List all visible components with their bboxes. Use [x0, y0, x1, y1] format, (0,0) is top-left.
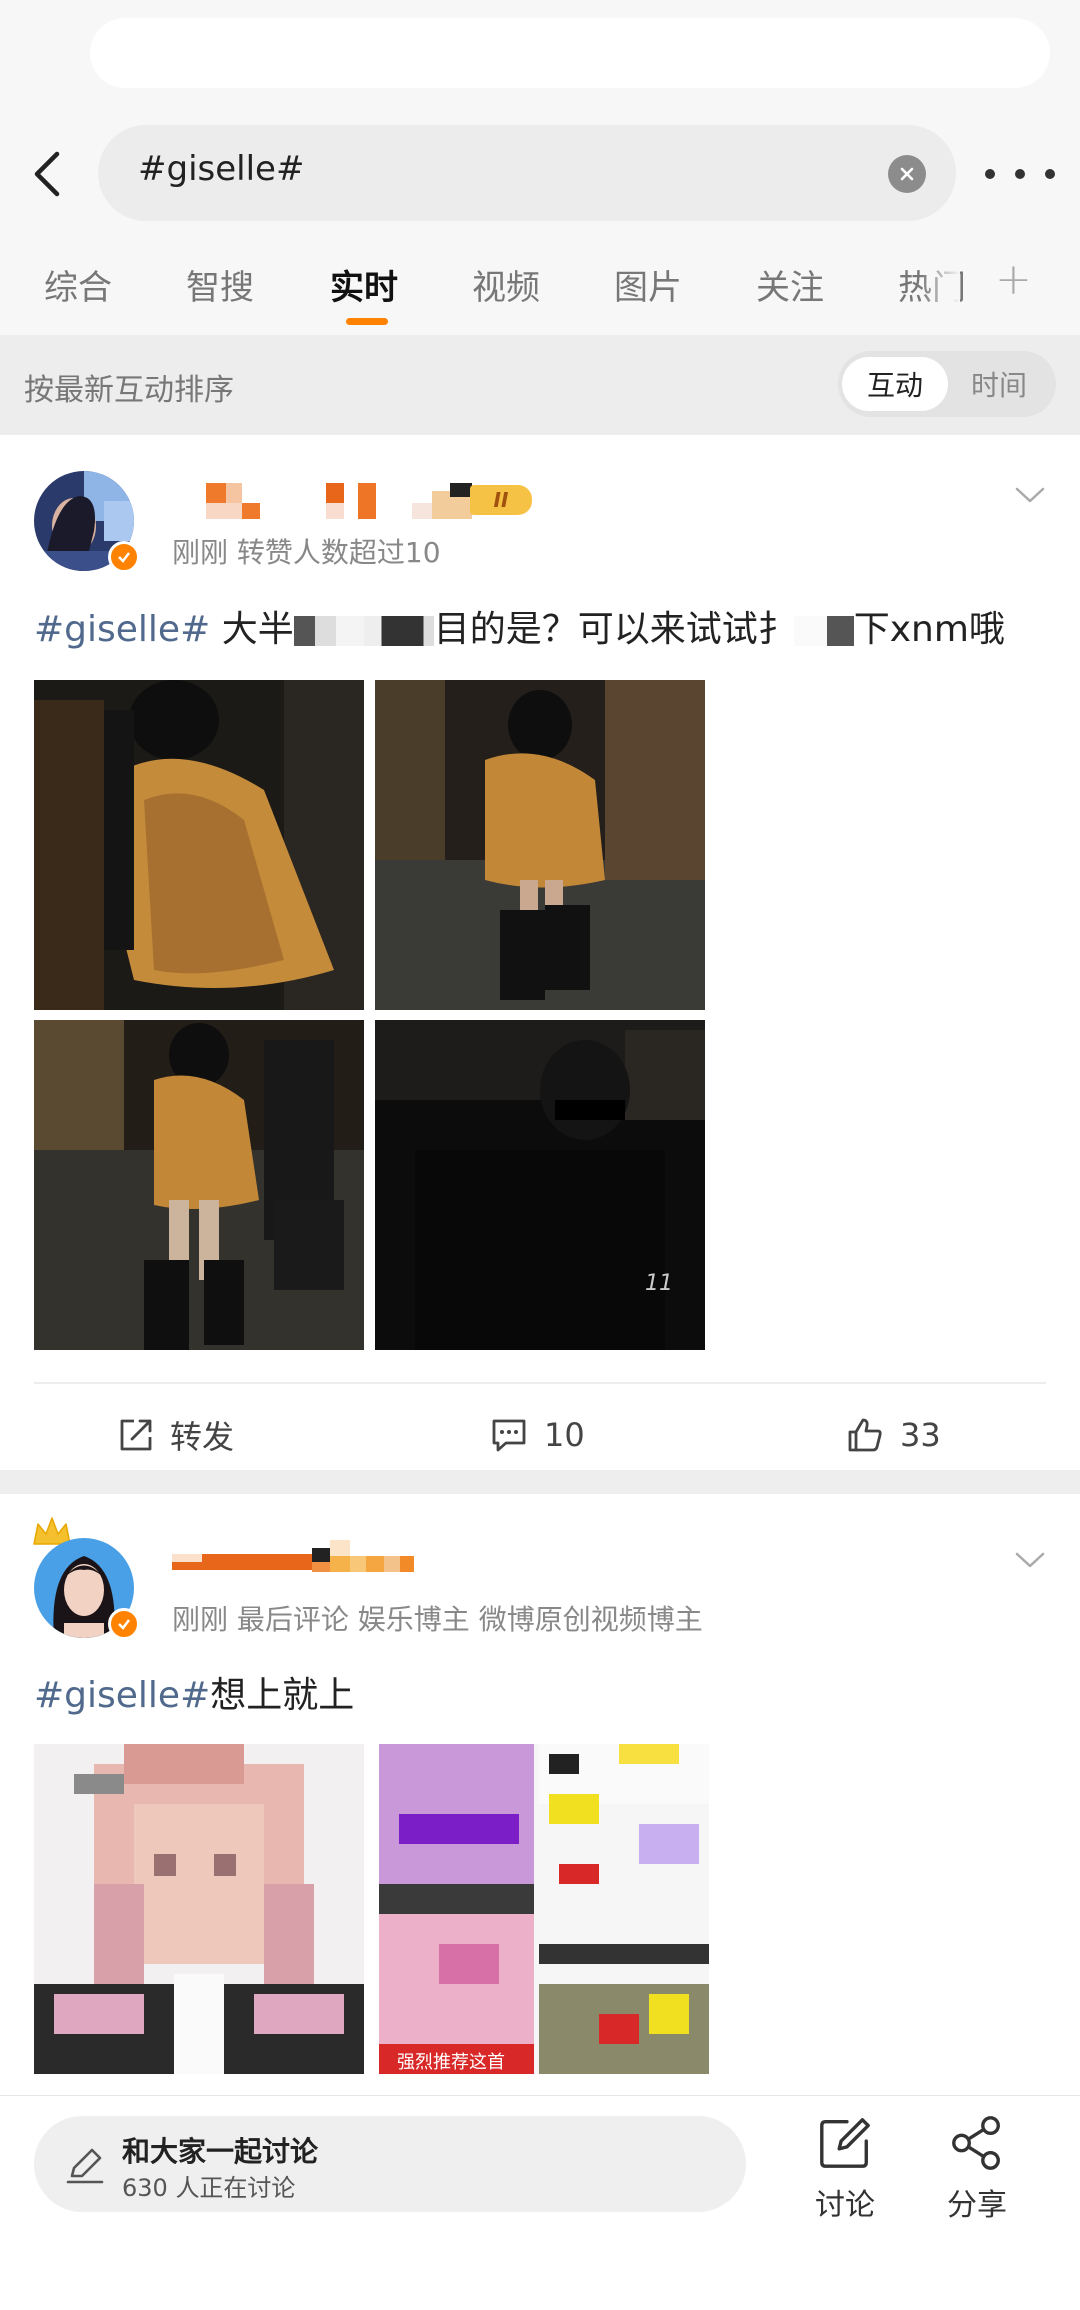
thumbs-up-icon — [848, 1418, 882, 1452]
post-text: #giselle#想上就上 — [34, 1666, 354, 1718]
post-photo[interactable] — [34, 1020, 364, 1350]
repost-label: 转发 — [170, 1418, 235, 1456]
member-level-text: II — [493, 488, 509, 512]
like-count: 33 — [900, 1416, 941, 1454]
photo-image — [34, 680, 364, 1010]
text-redaction — [793, 616, 854, 646]
post-text-segment: 目的是？可以来试试扌 — [433, 609, 794, 650]
search-query: #giselle# — [138, 149, 305, 189]
sort-bar: 按最新互动排序 互动 时间 — [0, 335, 1080, 435]
photo-image — [34, 1020, 364, 1350]
sort-option-interaction[interactable]: 互动 — [842, 357, 948, 411]
post-card[interactable]: 刚刚 最后评论 娱乐博主 微博原创视频博主 #giselle#想上就上 强烈推荐… — [0, 1494, 1080, 2095]
svg-text:11: 11 — [645, 1271, 673, 1296]
post-photo-redacted[interactable] — [34, 1744, 364, 2074]
verified-badge-icon — [108, 1608, 140, 1640]
tab-realtime[interactable]: 实时 — [330, 260, 398, 309]
search-input[interactable]: #giselle# — [98, 125, 956, 221]
post-text: #giselle# 大半 目的是？可以来试试扌 下xnm哦 — [34, 600, 1005, 652]
photo-image — [375, 680, 705, 1010]
search-tabs: 综合 智搜 实时 视频 图片 关注 热门 + — [0, 230, 1080, 335]
pixelated-image — [34, 1744, 364, 2074]
more-options-button[interactable] — [985, 156, 1055, 192]
share-button[interactable]: 分享 — [932, 2114, 1022, 2224]
close-icon — [900, 167, 914, 181]
discuss-label: 讨论 — [815, 2188, 875, 2223]
tab-images[interactable]: 图片 — [614, 260, 682, 309]
bottom-bar: 和大家一起讨论 630 人正在讨论 讨论 分享 — [0, 2095, 1080, 2310]
active-tab-indicator — [346, 318, 388, 325]
sort-label: 按最新互动排序 — [24, 373, 234, 408]
photo-image: 11 — [375, 1020, 705, 1350]
tab-following[interactable]: 关注 — [756, 260, 824, 309]
chevron-down-icon[interactable] — [1015, 1550, 1045, 1570]
discussion-input[interactable]: 和大家一起讨论 630 人正在讨论 — [34, 2116, 746, 2212]
hashtag-link[interactable]: #giselle# — [34, 609, 210, 650]
chevron-left-icon — [34, 151, 60, 197]
divider — [34, 1382, 1046, 1384]
post-photo[interactable]: 11 — [375, 1020, 705, 1350]
post-text-segment: 想上就上 — [210, 1675, 355, 1716]
tab-smart-search[interactable]: 智搜 — [186, 260, 254, 309]
tab-video[interactable]: 视频 — [472, 260, 540, 309]
dot-icon — [1015, 169, 1025, 179]
back-button[interactable] — [22, 146, 70, 202]
discuss-button[interactable]: 讨论 — [800, 2114, 890, 2224]
discussion-count: 630 人正在讨论 — [122, 2174, 296, 2202]
post-photo[interactable] — [34, 680, 364, 1010]
tab-fade — [920, 250, 960, 320]
verified-badge-icon — [108, 541, 140, 573]
post-separator — [0, 1470, 1080, 1494]
post-actions: 转发 10 33 — [0, 1405, 1080, 1465]
comment-button[interactable]: 10 — [490, 1405, 585, 1465]
compose-icon — [820, 2118, 870, 2168]
text-redaction — [363, 616, 434, 646]
post-text-segment: 下xnm哦 — [853, 609, 1005, 650]
dot-icon — [985, 169, 995, 179]
share-label: 分享 — [947, 2188, 1007, 2223]
discussion-title: 和大家一起讨论 — [122, 2135, 319, 2168]
add-tab-icon[interactable]: + — [995, 254, 1032, 305]
image-caption: 强烈推荐这首 — [397, 2052, 505, 2073]
post-meta: 刚刚 转赞人数超过10 — [172, 536, 441, 569]
tab-comprehensive[interactable]: 综合 — [44, 260, 112, 309]
share-icon — [952, 2116, 1000, 2170]
pencil-icon — [66, 2148, 104, 2184]
status-bar — [0, 0, 1080, 120]
clear-search-button[interactable] — [888, 155, 926, 193]
search-header: #giselle# — [0, 120, 1080, 230]
text-redaction — [293, 616, 364, 646]
post-photo-redacted[interactable]: 强烈推荐这首 — [379, 1744, 709, 2074]
like-button[interactable]: 33 — [846, 1405, 941, 1465]
sort-toggle: 互动 时间 — [838, 351, 1056, 417]
chevron-down-icon[interactable] — [1015, 485, 1045, 505]
share-external-icon — [120, 1419, 152, 1451]
status-bar-blur — [90, 18, 1050, 88]
repost-button[interactable]: 转发 — [118, 1405, 234, 1465]
post-meta: 刚刚 最后评论 娱乐博主 微博原创视频博主 — [172, 1603, 703, 1636]
pixelated-image: 强烈推荐这首 — [379, 1744, 709, 2074]
comment-icon — [492, 1419, 526, 1452]
post-card[interactable]: II 刚刚 转赞人数超过10 #giselle# 大半 目的是？可以来试试扌 下xn… — [0, 435, 1080, 1470]
dot-icon — [1045, 169, 1055, 179]
sort-option-time[interactable]: 时间 — [946, 357, 1052, 411]
comment-count: 10 — [544, 1416, 585, 1454]
member-level-badge: II — [470, 485, 532, 515]
hashtag-link[interactable]: #giselle# — [34, 1675, 210, 1716]
post-photo[interactable] — [375, 680, 705, 1010]
post-text-segment: 大半 — [210, 609, 294, 650]
